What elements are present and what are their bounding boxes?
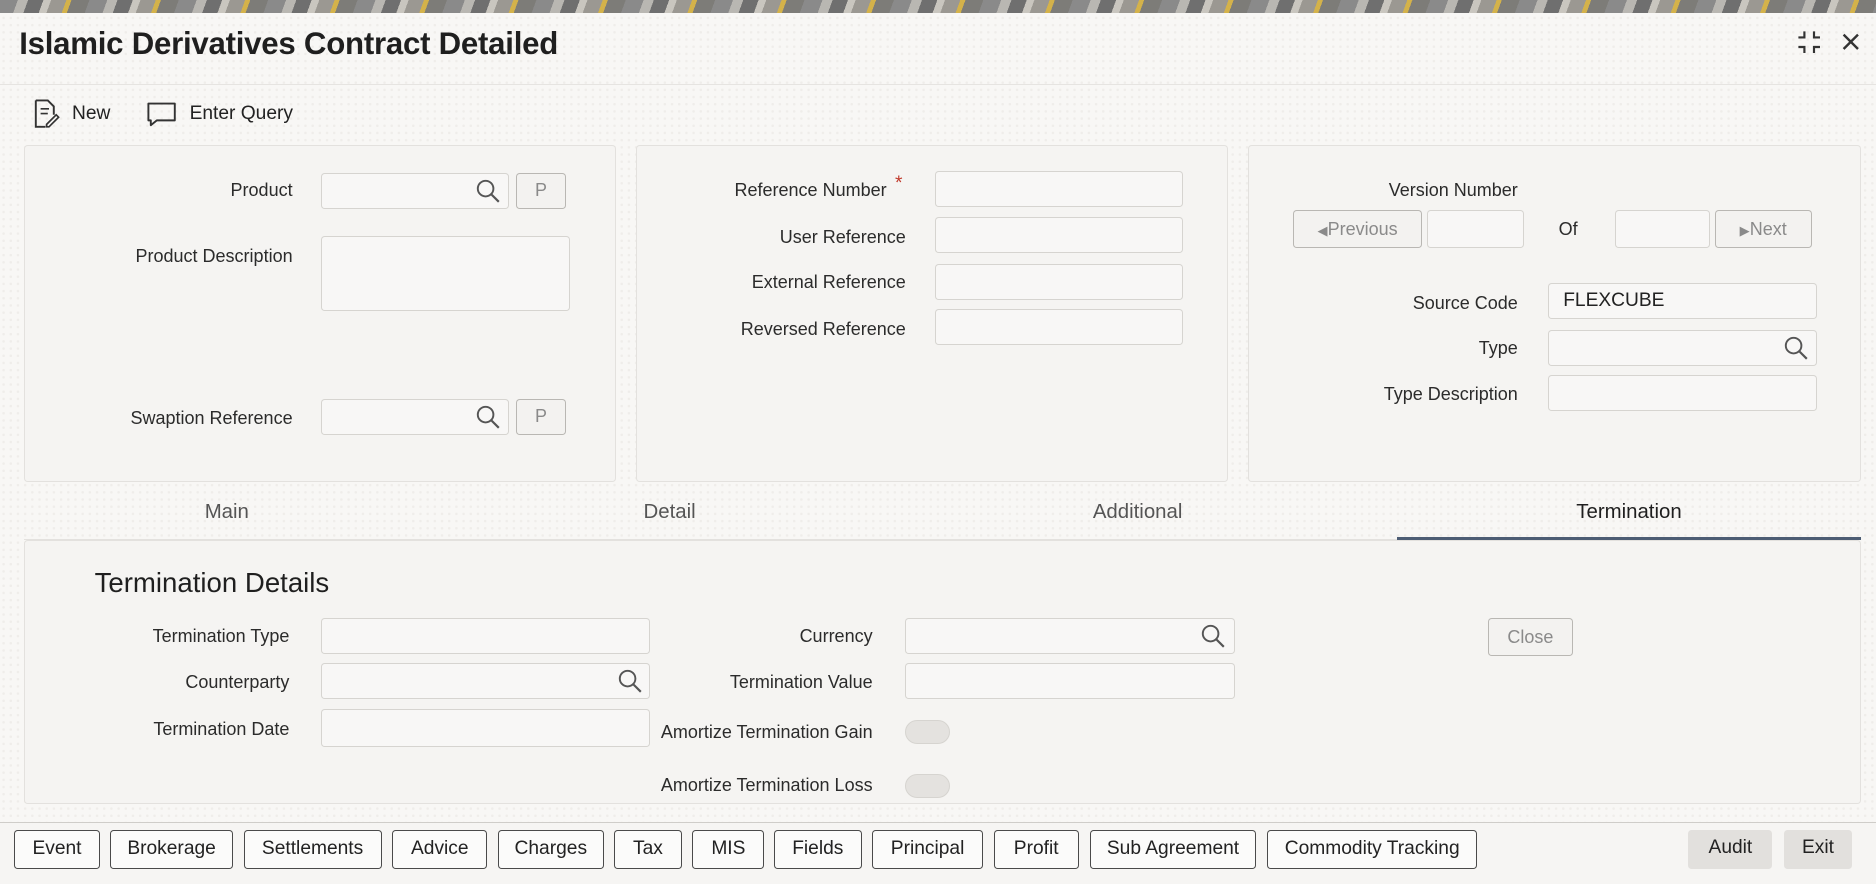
- required-marker: *: [895, 172, 903, 194]
- version-current-input[interactable]: [1426, 209, 1524, 249]
- previous-label: Previous: [1327, 218, 1398, 239]
- tax-button[interactable]: Tax: [614, 830, 682, 869]
- enter-query-button[interactable]: Enter Query: [146, 100, 293, 129]
- brokerage-button[interactable]: Brokerage: [110, 830, 233, 869]
- amortize-loss-toggle[interactable]: [904, 773, 951, 798]
- user-reference-input[interactable]: [934, 216, 1183, 253]
- advice-button[interactable]: Advice: [392, 830, 488, 869]
- tab-detail[interactable]: Detail: [444, 493, 895, 540]
- caret-right-icon: ▶: [1739, 222, 1750, 238]
- next-button[interactable]: ▶Next: [1714, 209, 1812, 249]
- product-description-label: Product Description: [135, 245, 293, 266]
- reference-number-label: Reference Number: [734, 179, 887, 200]
- audit-button[interactable]: Audit: [1688, 830, 1773, 869]
- principal-button[interactable]: Principal: [872, 830, 983, 869]
- profit-button[interactable]: Profit: [993, 830, 1079, 869]
- enter-query-label: Enter Query: [189, 102, 294, 124]
- reference-panel: Reference Number * User Reference Extern…: [636, 145, 1229, 482]
- version-panel: Version Number ◀Previous Of ▶Next Source…: [1248, 145, 1861, 482]
- type-label: Type: [1478, 338, 1518, 359]
- external-reference-input[interactable]: [934, 263, 1183, 300]
- tab-main[interactable]: Main: [24, 493, 430, 540]
- version-number-label: Version Number: [1388, 179, 1518, 200]
- charges-button[interactable]: Charges: [498, 830, 604, 869]
- termination-value-label: Termination Value: [729, 671, 873, 692]
- toolbar: New Enter Query: [31, 98, 293, 129]
- source-code-input[interactable]: FLEXCUBE: [1547, 282, 1817, 319]
- window-title: Islamic Derivatives Contract Detailed: [19, 26, 559, 62]
- next-label: Next: [1749, 218, 1787, 239]
- bottom-button-bar: Event Brokerage Settlements Advice Charg…: [0, 822, 1876, 884]
- amortize-loss-label: Amortize Termination Loss: [660, 775, 873, 795]
- search-icon[interactable]: [1201, 624, 1225, 654]
- tab-additional[interactable]: Additional: [912, 493, 1363, 540]
- type-input[interactable]: [1547, 329, 1817, 366]
- caret-left-icon: ◀: [1317, 222, 1328, 238]
- termination-date-label: Termination Date: [153, 718, 290, 739]
- search-icon[interactable]: [618, 669, 642, 699]
- version-total-input[interactable]: [1615, 209, 1710, 249]
- termination-panel: Termination Details Termination Type Cou…: [24, 540, 1862, 804]
- product-label: Product: [230, 179, 293, 200]
- search-icon[interactable]: [476, 405, 500, 435]
- type-description-input[interactable]: [1547, 375, 1817, 412]
- amortize-gain-label: Amortize Termination Gain: [660, 722, 873, 743]
- amortize-gain-toggle[interactable]: [904, 719, 951, 744]
- counterparty-input[interactable]: [321, 663, 651, 700]
- close-button[interactable]: Close: [1487, 617, 1573, 657]
- search-icon[interactable]: [1784, 336, 1808, 366]
- commodity-tracking-button[interactable]: Commodity Tracking: [1267, 830, 1478, 869]
- product-panel: Product P Product Description Swaption R…: [24, 145, 617, 482]
- product-description-field[interactable]: [321, 236, 570, 311]
- currency-label: Currency: [799, 626, 873, 647]
- mis-button[interactable]: MIS: [692, 830, 765, 869]
- header-divider: [0, 84, 1876, 86]
- swaption-pick-button[interactable]: P: [515, 399, 567, 436]
- reversed-reference-input[interactable]: [934, 309, 1183, 346]
- section-title: Termination Details: [94, 567, 330, 599]
- termination-type-input[interactable]: [321, 617, 651, 654]
- top-decorative-strip: [0, 0, 1876, 14]
- search-icon[interactable]: [476, 179, 500, 209]
- external-reference-label: External Reference: [751, 272, 906, 293]
- product-pick-button[interactable]: P: [515, 172, 567, 209]
- termination-type-label: Termination Type: [152, 626, 290, 647]
- previous-button[interactable]: ◀Previous: [1293, 209, 1422, 249]
- speech-bubble-icon: [146, 100, 177, 129]
- of-label: Of: [1558, 219, 1578, 240]
- swaption-reference-label: Swaption Reference: [130, 407, 293, 428]
- exit-button[interactable]: Exit: [1784, 830, 1852, 869]
- source-code-label: Source Code: [1412, 292, 1518, 313]
- document-edit-icon: [31, 98, 60, 129]
- fields-button[interactable]: Fields: [774, 830, 862, 869]
- tab-termination[interactable]: Termination: [1396, 493, 1862, 540]
- user-reference-label: User Reference: [779, 226, 906, 247]
- currency-input[interactable]: [904, 617, 1235, 654]
- termination-value-input[interactable]: [904, 663, 1235, 700]
- sub-agreement-button[interactable]: Sub Agreement: [1089, 830, 1257, 869]
- termination-date-input[interactable]: [321, 709, 651, 748]
- counterparty-label: Counterparty: [185, 671, 290, 692]
- close-icon[interactable]: [1840, 31, 1862, 60]
- type-description-label: Type Description: [1383, 383, 1518, 404]
- event-button[interactable]: Event: [14, 830, 100, 869]
- collapse-icon[interactable]: [1796, 29, 1822, 62]
- reversed-reference-label: Reversed Reference: [740, 318, 906, 339]
- tab-bar: Main Detail Additional Termination: [24, 493, 1862, 540]
- settlements-button[interactable]: Settlements: [243, 830, 382, 869]
- new-button[interactable]: New: [31, 98, 110, 129]
- reference-number-input[interactable]: [934, 171, 1183, 208]
- new-label: New: [71, 102, 111, 124]
